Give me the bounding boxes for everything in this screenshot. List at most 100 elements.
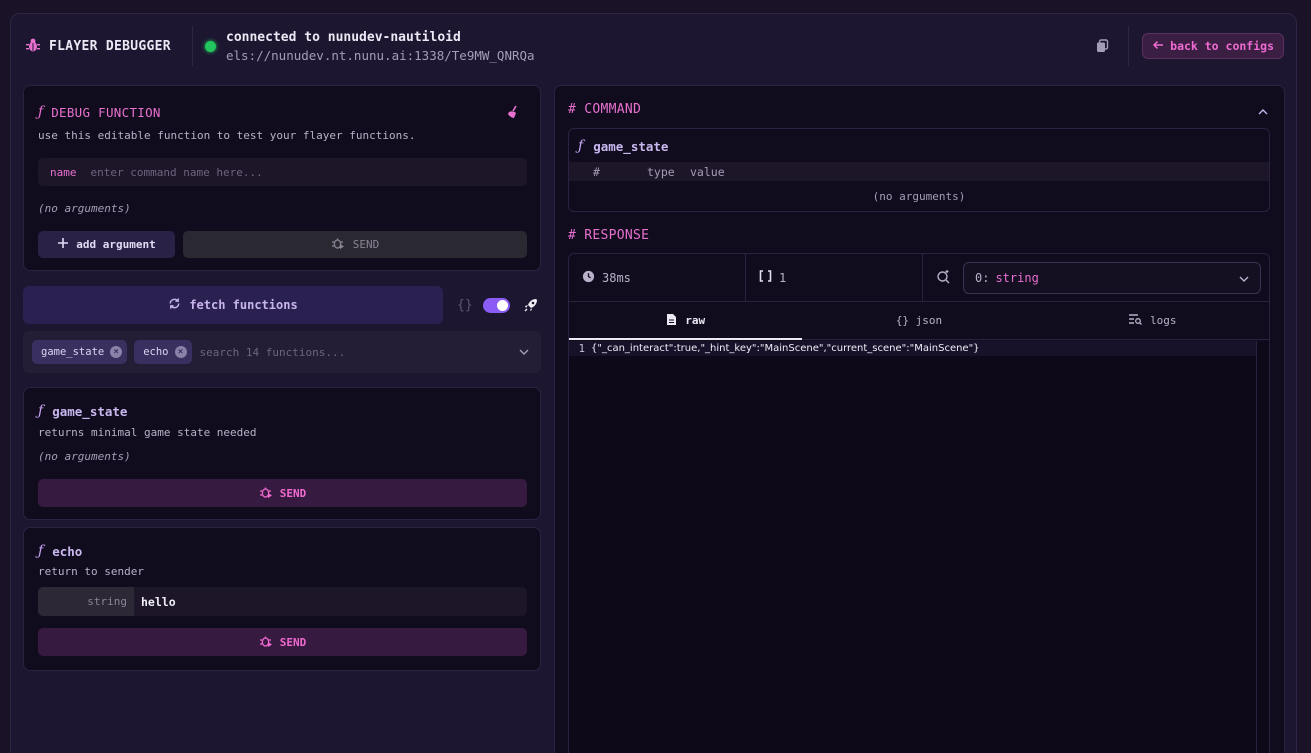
command-box: ƒ game_state # type value (no arguments) [568,128,1270,212]
fetch-row: fetch functions {} [23,286,541,324]
name-label: name [50,165,77,179]
braces-icon: {} [457,297,473,313]
back-to-configs-button[interactable]: back to configs [1142,33,1284,59]
function-card-game-state: ƒ game_state returns minimal game state … [23,387,541,520]
debug-function-card: ƒ DEBUG FUNCTION use this editable funct… [23,85,541,271]
fetch-functions-label: fetch functions [189,298,298,312]
response-tabs: raw {} json logs [569,302,1269,340]
rocket-icon[interactable] [522,296,540,314]
column-type: type [647,164,675,179]
header-divider [192,26,193,66]
name-field: name [38,158,527,186]
debug-function-title: DEBUG FUNCTION [51,104,161,120]
send-label: SEND [352,238,380,251]
function-icon: ƒ [578,138,584,154]
argument-row: string [38,587,527,616]
response-time-value: 38ms [602,270,631,285]
chip-label: game_state [41,346,105,358]
function-icon: ƒ [38,104,44,120]
argument-value-input[interactable] [134,587,527,616]
back-label: back to configs [1170,39,1274,53]
app-title: FLAYER DEBUGGER [49,38,171,54]
response-time: 38ms [569,254,746,301]
argument-type: string [38,587,134,616]
raw-response-text: {"_can_interact":true,"_hint_key":"MainS… [591,343,980,354]
add-argument-button[interactable]: add argument [38,231,175,258]
code-line: 1 {"_can_interact":true,"_hint_key":"Mai… [569,341,1257,356]
function-card-echo: ƒ echo return to sender string SEND [23,527,541,671]
search-refresh-icon[interactable] [936,269,951,287]
line-number: 1 [578,342,585,355]
connection-url: els://nunudev.nt.nunu.ai:1338/Te9MW_QNRQ… [226,47,535,63]
header: FLAYER DEBUGGER connected to nunudev-nau… [10,13,1297,79]
response-count: 1 [746,254,923,301]
column-num: # [593,164,600,179]
header-divider [1128,26,1130,66]
tab-json[interactable]: {} json [802,302,1035,339]
add-argument-label: add argument [76,238,156,251]
plus-icon [57,237,69,252]
tab-raw-label: raw [685,314,706,327]
copy-icon[interactable] [1092,36,1112,56]
command-name: game_state [593,138,669,154]
connection-status: connected to nunudev-nautiloid els://nun… [205,30,1092,63]
chevron-down-icon [1239,271,1249,285]
bug-send-icon [259,634,273,651]
brand: FLAYER DEBUGGER [25,37,192,56]
no-arguments-text: (no arguments) [872,190,966,203]
column-value: value [690,164,725,179]
refresh-icon [168,297,181,313]
chevron-down-icon[interactable] [519,346,531,358]
debug-function-description: use this editable function to test your … [38,129,416,142]
bug-send-icon [331,236,345,253]
raw-response-editor[interactable]: 1 {"_can_interact":true,"_hint_key":"Mai… [569,341,1269,753]
search-functions-input[interactable] [199,345,500,359]
chip-label: echo [143,346,169,358]
broom-icon[interactable] [506,105,520,122]
command-name-input[interactable] [90,165,491,179]
arrow-left-icon [1152,39,1164,53]
response-item-select[interactable]: 0: string [963,261,1261,294]
response-count-value: 1 [779,270,787,285]
chevron-up-icon[interactable] [1258,104,1270,116]
select-type: string [995,270,1039,285]
fetch-functions-button[interactable]: fetch functions [23,286,443,324]
command-response-panel: # COMMAND ƒ game_state # type value (no … [554,85,1285,753]
send-game-state-button[interactable]: SEND [38,479,527,507]
vertical-scrollbar[interactable] [1256,341,1269,753]
no-arguments-text: (no arguments) [38,202,131,215]
send-echo-button[interactable]: SEND [38,628,527,656]
debug-send-button[interactable]: SEND [183,231,527,258]
arguments-table-header: # type value [569,162,1269,181]
brackets-icon [759,270,772,285]
send-label: SEND [279,486,307,500]
tab-raw[interactable]: raw [569,302,803,340]
json-mode-toggle[interactable] [482,297,510,313]
filter-chip: echo × [134,340,192,364]
logs-icon [1128,313,1143,328]
function-filter: game_state × echo × [23,331,541,373]
function-icon: ƒ [38,543,44,559]
response-stats: 38ms 1 0: string [569,254,1269,302]
file-icon [666,313,677,329]
function-description: returns minimal game state needed [38,426,257,439]
function-description: return to sender [38,565,144,578]
connection-title: connected to nunudev-nautiloid [226,29,461,45]
close-icon[interactable]: × [110,346,123,358]
send-label: SEND [279,635,307,649]
select-prefix: 0: [975,270,990,285]
bug-send-icon [259,485,273,502]
clock-icon [582,270,595,286]
tab-logs[interactable]: logs [1036,302,1269,339]
tab-logs-label: logs [1150,314,1177,327]
close-icon[interactable]: × [174,346,187,358]
function-icon: ƒ [38,403,44,419]
status-dot [205,40,216,52]
filter-chip: game_state × [32,340,128,364]
tab-json-label: {} json [895,314,943,327]
response-selector: 0: string [923,254,1269,301]
function-name: echo [52,543,83,559]
response-section-title: # RESPONSE [568,228,650,243]
command-section-title: # COMMAND [568,102,642,117]
no-arguments-text: (no arguments) [38,450,131,463]
